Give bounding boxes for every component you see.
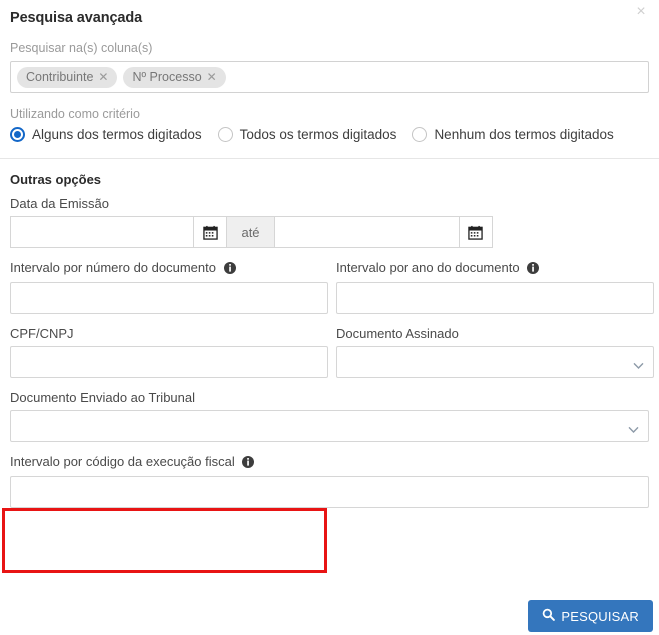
close-icon[interactable]: ✕	[207, 71, 217, 83]
signed-document-field: Documento Assinado	[336, 325, 654, 378]
radio-label: Alguns dos termos digitados	[32, 127, 202, 142]
fiscal-execution-code-range-field: Intervalo por código da execução fiscal	[10, 453, 649, 508]
close-icon[interactable]: ×	[633, 4, 649, 20]
search-columns-label: Pesquisar na(s) coluna(s)	[10, 41, 153, 55]
token-label: Nº Processo	[132, 70, 202, 84]
fiscal-execution-code-range-label: Intervalo por código da execução fiscal	[10, 453, 649, 472]
highlight-box-fiscal-execution-code	[2, 508, 327, 573]
criteria-field: Utilizando como critério Alguns dos term…	[0, 106, 659, 142]
date-range-separator: até	[227, 216, 274, 248]
fiscal-execution-code-range-input[interactable]	[10, 476, 649, 508]
radio-label: Nenhum dos termos digitados	[434, 127, 614, 142]
info-icon[interactable]	[527, 261, 540, 278]
advanced-search-dialog: Pesquisa avançada × Pesquisar na(s) colu…	[0, 0, 659, 635]
cpf-cnpj-field: CPF/CNPJ	[10, 325, 328, 378]
doc-year-range-label-text: Intervalo por ano do documento	[336, 260, 520, 275]
dialog-footer: PESQUISAR	[0, 600, 659, 632]
radio-label: Todos os termos digitados	[239, 127, 397, 142]
document-sent-to-court-field: Documento Enviado ao Tribunal	[10, 389, 649, 442]
token-numero-processo[interactable]: Nº Processo ✕	[123, 66, 226, 88]
dialog-header: Pesquisa avançada ×	[0, 0, 659, 28]
info-icon[interactable]	[223, 261, 236, 278]
search-icon	[542, 608, 556, 624]
search-columns-field: Pesquisar na(s) coluna(s) Contribuinte ✕…	[0, 40, 659, 93]
emission-date-start-input[interactable]	[10, 216, 193, 248]
calendar-icon-start-button[interactable]	[193, 216, 228, 248]
page-title: Pesquisa avançada	[10, 10, 143, 26]
doc-year-range-label: Intervalo por ano do documento	[336, 259, 654, 278]
doc-number-range-field: Intervalo por número do documento	[10, 259, 328, 314]
cpf-cnpj-input[interactable]	[10, 346, 328, 378]
doc-year-range-field: Intervalo por ano do documento	[336, 259, 654, 314]
radio-nenhum-dos-termos[interactable]: Nenhum dos termos digitados	[412, 127, 614, 142]
radio-indicator[interactable]	[10, 127, 25, 142]
radio-todos-os-termos[interactable]: Todos os termos digitados	[217, 127, 397, 142]
calendar-icon-end-button[interactable]	[458, 216, 494, 248]
document-ranges-row: Intervalo por número do documento Interv…	[10, 259, 654, 314]
doc-number-range-label: Intervalo por número do documento	[10, 259, 328, 278]
cpf-cnpj-label: CPF/CNPJ	[10, 326, 74, 341]
criteria-radio-group: Alguns dos termos digitados Todos os ter…	[10, 127, 649, 142]
other-options-section: Outras opções Data da Emissão até Interv…	[0, 159, 659, 508]
close-icon[interactable]: ✕	[98, 71, 108, 83]
calendar-icon	[202, 225, 218, 240]
emission-date-range: até	[10, 216, 494, 248]
doc-number-range-label-text: Intervalo por número do documento	[10, 260, 216, 275]
criteria-label: Utilizando como critério	[10, 107, 140, 121]
doc-number-range-input[interactable]	[10, 282, 328, 314]
chevron-down-icon	[628, 422, 639, 437]
radio-indicator[interactable]	[217, 127, 233, 142]
emission-date-field: Data da Emissão até	[10, 195, 649, 248]
emission-date-end-input[interactable]	[273, 216, 459, 248]
search-button[interactable]: PESQUISAR	[528, 600, 653, 632]
token-contribuinte[interactable]: Contribuinte ✕	[17, 66, 118, 88]
search-button-label: PESQUISAR	[561, 608, 639, 624]
calendar-icon	[468, 225, 484, 240]
info-icon[interactable]	[242, 455, 255, 472]
signed-document-label: Documento Assinado	[336, 326, 459, 341]
cpf-signed-row: CPF/CNPJ Documento Assinado	[10, 325, 654, 378]
chevron-down-icon	[633, 358, 644, 373]
token-label: Contribuinte	[26, 70, 94, 84]
document-sent-to-court-select[interactable]	[10, 410, 649, 442]
search-columns-input[interactable]: Contribuinte ✕ Nº Processo ✕	[10, 61, 649, 93]
fiscal-execution-code-range-label-text: Intervalo por código da execução fiscal	[10, 454, 235, 469]
radio-indicator[interactable]	[412, 127, 428, 142]
emission-date-label: Data da Emissão	[10, 196, 109, 211]
doc-year-range-input[interactable]	[336, 282, 654, 314]
other-options-title: Outras opções	[10, 172, 102, 187]
document-sent-to-court-label: Documento Enviado ao Tribunal	[10, 390, 196, 405]
radio-alguns-dos-termos[interactable]: Alguns dos termos digitados	[10, 127, 202, 142]
signed-document-select[interactable]	[336, 346, 654, 378]
